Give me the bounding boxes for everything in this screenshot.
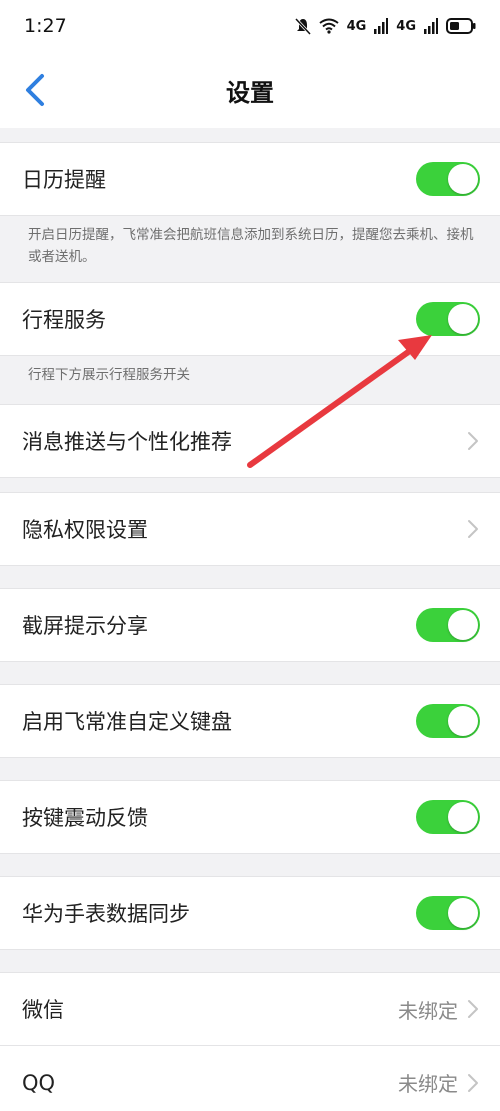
status-time: 1:27 [24, 15, 67, 37]
key-vibration-toggle[interactable] [416, 800, 480, 834]
qq-bind-value: 未绑定 [398, 1072, 458, 1096]
wechat-bind-label: 微信 [22, 998, 64, 1022]
toggle-knob [448, 610, 478, 640]
chevron-right-icon [468, 1000, 478, 1018]
qq-bind-row[interactable]: QQ 未绑定 [0, 1046, 500, 1111]
huawei-watch-sync-toggle[interactable] [416, 896, 480, 930]
wechat-bind-row[interactable]: 微信 未绑定 [0, 972, 500, 1046]
chevron-right-icon [468, 520, 478, 538]
wifi-icon [318, 18, 339, 34]
page-title: 设置 [226, 78, 274, 107]
toggle-knob [448, 898, 478, 928]
calendar-reminder-desc: 开启日历提醒，飞常准会把航班信息添加到系统日历，提醒您去乘机、接机或者送机。 [28, 227, 474, 265]
wechat-bind-value: 未绑定 [398, 998, 458, 1023]
privacy-settings-row[interactable]: 隐私权限设置 [0, 492, 500, 566]
toggle-knob [448, 802, 478, 832]
chevron-right-icon [468, 432, 478, 450]
status-icons: 4G 4G [294, 17, 476, 35]
wechat-bind-status: 未绑定 [398, 995, 480, 1024]
custom-keyboard-row: 启用飞常准自定义键盘 [0, 684, 500, 758]
key-vibration-label: 按键震动反馈 [22, 806, 148, 830]
mute-bell-icon [294, 17, 311, 35]
battery-icon [446, 18, 476, 34]
privacy-settings-label: 隐私权限设置 [22, 518, 148, 542]
toggle-knob [448, 304, 478, 334]
trip-service-desc: 行程下方展示行程服务开关 [28, 367, 190, 383]
chevron-left-icon [26, 74, 44, 106]
signal-bars-icon-2 [424, 18, 438, 34]
screenshot-share-toggle[interactable] [416, 608, 480, 642]
signal-bars-icon [374, 18, 389, 34]
qq-bind-status: 未绑定 [398, 1068, 480, 1097]
push-recommend-label: 消息推送与个性化推荐 [22, 430, 232, 454]
calendar-reminder-toggle[interactable] [416, 162, 480, 196]
signal-4g-label-2: 4G [396, 18, 416, 34]
screenshot-share-label: 截屏提示分享 [22, 614, 148, 638]
back-button[interactable] [20, 72, 50, 108]
toggle-knob [448, 706, 478, 736]
toggle-knob [448, 164, 478, 194]
signal-4g-label: 4G [346, 18, 367, 34]
huawei-watch-sync-row: 华为手表数据同步 [0, 876, 500, 950]
nav-bar: 设置 [0, 52, 500, 128]
status-bar: 1:27 4G 4G [0, 0, 500, 52]
calendar-reminder-label: 日历提醒 [22, 168, 106, 192]
custom-keyboard-label: 启用飞常准自定义键盘 [22, 710, 232, 734]
push-recommend-row[interactable]: 消息推送与个性化推荐 [0, 404, 500, 478]
trip-service-row: 行程服务 [0, 282, 500, 356]
key-vibration-row: 按键震动反馈 [0, 780, 500, 854]
trip-service-label: 行程服务 [22, 308, 106, 332]
calendar-reminder-row: 日历提醒 [0, 142, 500, 216]
screenshot-share-row: 截屏提示分享 [0, 588, 500, 662]
qq-bind-label: QQ [22, 1070, 56, 1095]
trip-service-toggle[interactable] [416, 302, 480, 336]
chevron-right-icon [468, 1073, 478, 1092]
custom-keyboard-toggle[interactable] [416, 704, 480, 738]
huawei-watch-sync-label: 华为手表数据同步 [22, 902, 190, 926]
